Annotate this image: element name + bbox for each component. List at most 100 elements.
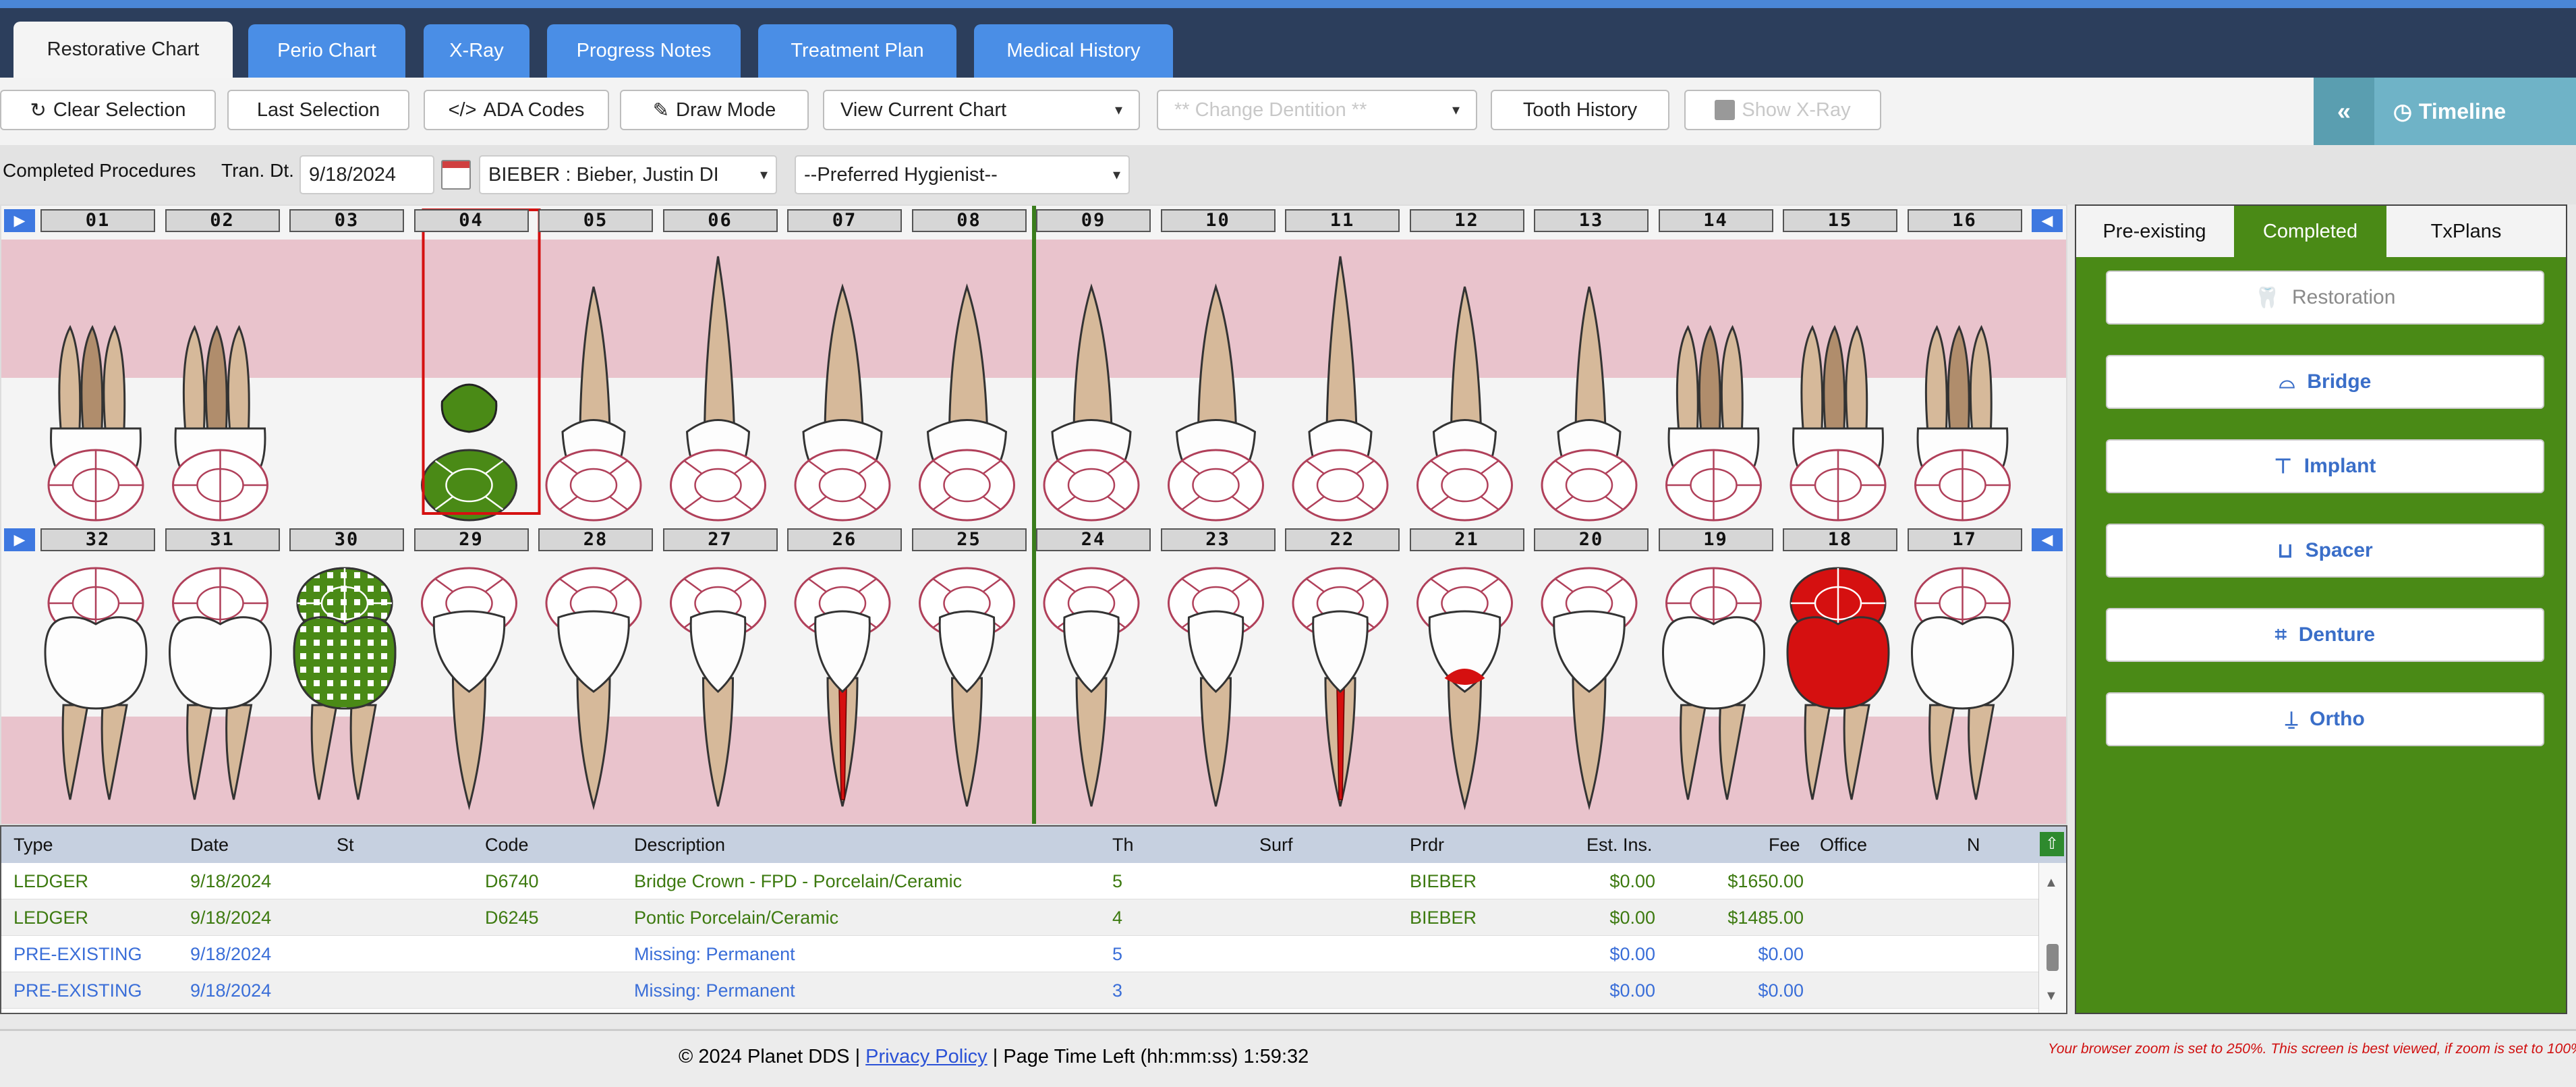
- occlusal-surface[interactable]: [1416, 449, 1513, 522]
- spacer-button[interactable]: ⊔ Spacer: [2106, 524, 2544, 578]
- occlusal-surface[interactable]: [47, 449, 144, 522]
- tooth-number-12[interactable]: 12: [1409, 209, 1524, 232]
- occlusal-surface[interactable]: [1292, 449, 1389, 522]
- occlusal-surface[interactable]: [545, 449, 642, 522]
- ortho-button[interactable]: ⍊ Ortho: [2106, 692, 2544, 746]
- scroll-thumb[interactable]: [2047, 944, 2059, 971]
- tab-perio-chart[interactable]: Perio Chart: [248, 24, 405, 78]
- occlusal-surface[interactable]: [1168, 449, 1264, 522]
- tooth-number-26[interactable]: 26: [787, 528, 902, 551]
- col-fee[interactable]: Fee: [1769, 835, 1800, 856]
- col-est-ins[interactable]: Est. Ins.: [1586, 835, 1653, 856]
- tooth-number-19[interactable]: 19: [1658, 528, 1773, 551]
- grid-export-icon[interactable]: ⇧: [2040, 832, 2064, 856]
- clear-selection-button[interactable]: ↻ Clear Selection: [0, 90, 216, 130]
- tooth-04-pontic[interactable]: [440, 383, 498, 433]
- table-row[interactable]: PRE-EXISTING 9/18/2024 Missing: Permanent 3…: [1, 972, 2038, 1009]
- occlusal-surface[interactable]: [1914, 449, 2011, 522]
- tooth-crown-root[interactable]: [689, 610, 747, 807]
- tooth-number-21[interactable]: 21: [1409, 528, 1524, 551]
- col-description[interactable]: Description: [634, 835, 725, 856]
- ada-codes-button[interactable]: </> ADA Codes: [424, 90, 609, 130]
- change-dentition-select[interactable]: ** Change Dentition ** ▾: [1157, 90, 1477, 130]
- table-row[interactable]: LEDGER 9/18/2024 D6740 Bridge Crown - FPD -…: [1, 863, 2038, 899]
- tooth-number-31[interactable]: 31: [165, 528, 280, 551]
- tooth-number-10[interactable]: 10: [1160, 209, 1276, 232]
- tooth-crown-root[interactable]: [1428, 610, 1501, 810]
- tooth-number-13[interactable]: 13: [1534, 209, 1649, 232]
- tooth-number-24[interactable]: 24: [1036, 528, 1151, 551]
- tooth-number-32[interactable]: 32: [40, 528, 155, 551]
- tooth-number-02[interactable]: 02: [165, 209, 280, 232]
- denture-button[interactable]: ⌗ Denture: [2106, 608, 2544, 662]
- tooth-number-29[interactable]: 29: [413, 528, 529, 551]
- tooth-history-button[interactable]: Tooth History: [1491, 90, 1669, 130]
- occlusal-surface[interactable]: [1790, 449, 1887, 522]
- tooth-crown-root[interactable]: [557, 610, 630, 810]
- restoration-button[interactable]: 🦷 Restoration: [2106, 271, 2544, 325]
- tooth-crown-root[interactable]: [938, 610, 996, 807]
- occlusal-surface[interactable]: [1541, 449, 1638, 522]
- tooth-number-11[interactable]: 11: [1285, 209, 1400, 232]
- col-st[interactable]: St: [337, 835, 354, 856]
- tooth-number-07[interactable]: 07: [787, 209, 902, 232]
- tooth-crown-root[interactable]: [44, 616, 148, 800]
- table-row[interactable]: LEDGER 9/18/2024 D6245 Pontic Porcelain/Cer…: [1, 899, 2038, 936]
- tooth-number-27[interactable]: 27: [662, 528, 778, 551]
- hygienist-select[interactable]: --Preferred Hygienist-- ▾: [795, 155, 1130, 194]
- col-date[interactable]: Date: [190, 835, 229, 856]
- tooth-number-16[interactable]: 16: [1907, 209, 2022, 232]
- tran-date-input[interactable]: 9/18/2024: [299, 155, 434, 194]
- tooth-number-04[interactable]: 04: [413, 209, 529, 232]
- bridge-button[interactable]: ⌓ Bridge: [2106, 355, 2544, 409]
- tab-treatment-plan[interactable]: Treatment Plan: [758, 24, 956, 78]
- tooth-crown-root[interactable]: [1553, 610, 1626, 810]
- grid-scrollbar[interactable]: ▲ ▼: [2038, 863, 2065, 1013]
- scroll-up-icon[interactable]: ▲: [2044, 875, 2058, 891]
- play-right-icon[interactable]: ▶: [4, 528, 35, 551]
- tooth-crown-root[interactable]: [1063, 610, 1120, 807]
- show-xray-button[interactable]: Show X-Ray: [1684, 90, 1881, 130]
- col-code[interactable]: Code: [485, 835, 529, 856]
- tooth-number-17[interactable]: 17: [1907, 528, 2022, 551]
- tooth-crown-root[interactable]: [814, 610, 871, 807]
- tab-x-ray[interactable]: X-Ray: [424, 24, 529, 78]
- tab-progress-notes[interactable]: Progress Notes: [547, 24, 741, 78]
- tab-completed[interactable]: Completed: [2234, 206, 2386, 257]
- timeline-panel[interactable]: « ◷ Timeline: [2314, 78, 2576, 145]
- occlusal-surface[interactable]: [1665, 449, 1762, 522]
- col-n[interactable]: N: [1967, 835, 1980, 856]
- tab-medical-history[interactable]: Medical History: [974, 24, 1173, 78]
- tab-pre-existing[interactable]: Pre-existing: [2076, 206, 2233, 257]
- tooth-crown-root[interactable]: [1911, 616, 2014, 800]
- privacy-policy-link[interactable]: Privacy Policy: [865, 1046, 988, 1067]
- tooth-number-23[interactable]: 23: [1160, 528, 1276, 551]
- tooth-crown-root[interactable]: [1786, 616, 1890, 800]
- tooth-number-06[interactable]: 06: [662, 209, 778, 232]
- play-right-icon[interactable]: ▶: [4, 209, 35, 232]
- view-chart-select[interactable]: View Current Chart ▾: [823, 90, 1140, 130]
- occlusal-surface[interactable]: [670, 449, 766, 522]
- tooth-number-22[interactable]: 22: [1285, 528, 1400, 551]
- double-chevron-left-icon[interactable]: «: [2314, 78, 2374, 145]
- tab-txplans[interactable]: TxPlans: [2388, 206, 2544, 257]
- tooth-number-20[interactable]: 20: [1534, 528, 1649, 551]
- tooth-number-09[interactable]: 09: [1036, 209, 1151, 232]
- tooth-number-08[interactable]: 08: [911, 209, 1027, 232]
- tooth-number-05[interactable]: 05: [538, 209, 653, 232]
- tooth-number-25[interactable]: 25: [911, 528, 1027, 551]
- tooth-crown-root[interactable]: [1312, 610, 1369, 807]
- tooth-number-03[interactable]: 03: [289, 209, 404, 232]
- play-left-icon[interactable]: ◀: [2032, 528, 2063, 551]
- occlusal-surface[interactable]: [1043, 449, 1140, 522]
- occlusal-surface[interactable]: [172, 449, 268, 522]
- tooth-crown-root[interactable]: [432, 610, 506, 810]
- tooth-number-15[interactable]: 15: [1783, 209, 1897, 232]
- draw-mode-button[interactable]: ✎ Draw Mode: [620, 90, 809, 130]
- tooth-number-01[interactable]: 01: [40, 209, 155, 232]
- col-prdr[interactable]: Prdr: [1410, 835, 1444, 856]
- table-row[interactable]: PRE-EXISTING 9/18/2024 Missing: Permanent 5…: [1, 936, 2038, 972]
- col-type[interactable]: Type: [13, 835, 53, 856]
- tooth-number-14[interactable]: 14: [1658, 209, 1773, 232]
- col-surf[interactable]: Surf: [1259, 835, 1293, 856]
